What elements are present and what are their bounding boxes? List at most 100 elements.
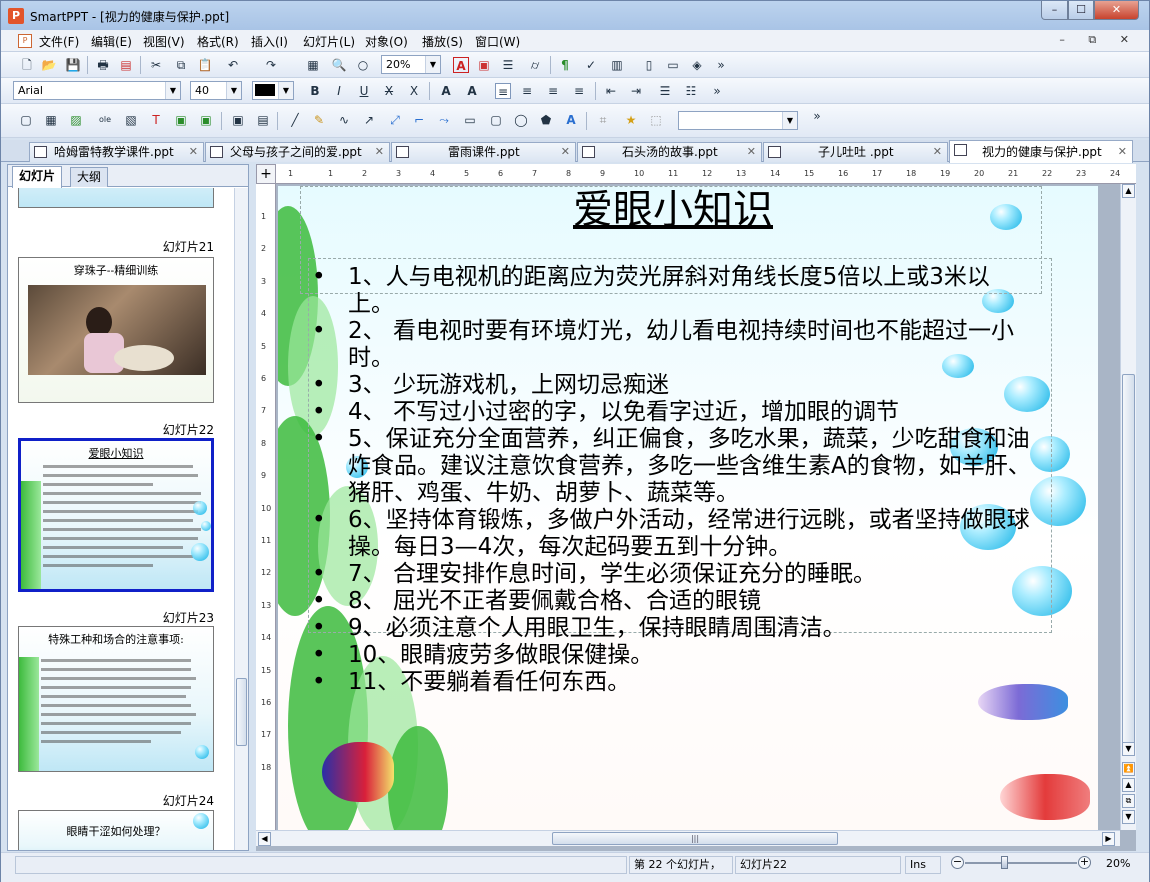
slide-thumbnail-20[interactable] [18, 188, 214, 208]
menu-object[interactable]: 对象(O) [365, 33, 408, 50]
increase-indent-icon[interactable]: ⇥ [628, 83, 644, 99]
copy-icon[interactable]: ⧉ [173, 57, 189, 73]
slide-layout-icon[interactable]: ▣ [476, 57, 492, 73]
hyperlink-icon[interactable]: ▧ [123, 112, 139, 128]
tab-hamlet[interactable]: 哈姆雷特教学课件.ppt ✕ [29, 142, 204, 162]
previous-slide-icon[interactable]: ▲ [1122, 778, 1135, 792]
paste-icon[interactable]: 📋 [197, 57, 213, 73]
callout-icon[interactable]: ⬚ [648, 112, 664, 128]
menu-slide[interactable]: 幻灯片(L) [303, 33, 355, 50]
clear-format-icon[interactable]: X [406, 83, 422, 99]
scroll-right-icon[interactable]: ▶ [1102, 832, 1115, 846]
format-painter-icon[interactable]: ⌭ [527, 57, 543, 73]
bullet-list-icon[interactable]: ☰ [657, 83, 673, 99]
crop-icon[interactable]: ⌗ [595, 112, 611, 128]
font-color-a-icon[interactable]: A [453, 57, 469, 73]
redo-icon[interactable]: ↷ [263, 57, 279, 73]
insert-table-icon[interactable]: ▦ [305, 57, 321, 73]
menu-file[interactable]: 文件(F) [39, 33, 79, 50]
chart-icon[interactable]: ▥ [609, 57, 625, 73]
new-file-icon[interactable]: 🗋 [19, 57, 35, 73]
zoom-in-icon[interactable]: + [1078, 856, 1091, 869]
align-right-icon[interactable]: ≡ [545, 83, 561, 99]
slide-thumbnail-24[interactable]: 眼睛干涩如何处理？ [18, 810, 214, 850]
document-icon[interactable]: P [18, 34, 32, 48]
text-art-icon[interactable]: T [148, 112, 164, 128]
elbow-connector-icon[interactable]: ⌐ [411, 112, 427, 128]
horizontal-scroll-thumb[interactable]: ||| [552, 832, 838, 845]
ellipse-icon[interactable]: ◯ [513, 112, 529, 128]
shrink-font-icon[interactable]: A [464, 83, 480, 99]
font-name-select[interactable]: Arial ▼ [13, 81, 181, 100]
table-icon[interactable]: ▦ [43, 112, 59, 128]
pane-splitter[interactable] [249, 164, 256, 851]
curved-connector-icon[interactable]: ⤳ [436, 112, 452, 128]
align-center-icon[interactable]: ≡ [519, 83, 535, 99]
maximize-button[interactable]: ☐ [1068, 1, 1094, 20]
style-select[interactable]: ▼ [678, 111, 798, 130]
scroll-up-icon[interactable]: ▲ [1122, 184, 1135, 198]
bold-icon[interactable]: B [307, 83, 323, 99]
find-icon[interactable]: 🔍 [331, 57, 347, 73]
scroll-left-icon[interactable]: ◀ [258, 832, 271, 846]
mdi-controls[interactable]: – ⧉ ✕ [1059, 33, 1139, 47]
textbox-icon[interactable]: ▢ [18, 112, 34, 128]
first-slide-icon[interactable]: ⏫ [1122, 762, 1135, 776]
zoom-out-icon[interactable]: − [951, 856, 964, 869]
tab-eye-health[interactable]: 视力的健康与保护.ppt ✕ [949, 140, 1133, 163]
shapes-icon[interactable]: ⬟ [538, 112, 554, 128]
print-icon[interactable]: 🖶 [95, 57, 111, 73]
group-icon[interactable]: ▣ [230, 112, 246, 128]
font-size-select[interactable]: 40 ▼ [190, 81, 242, 100]
tab-outline[interactable]: 大纲 [70, 167, 109, 187]
menu-play[interactable]: 播放(S) [422, 33, 463, 50]
close-icon[interactable]: ✕ [561, 143, 570, 161]
menu-edit[interactable]: 编辑(E) [91, 33, 132, 50]
justify-icon[interactable]: ≡ [571, 83, 587, 99]
tab-thunderstorm[interactable]: 雷雨课件.ppt ✕ [391, 142, 576, 162]
connector-icon[interactable]: ⤢ [387, 112, 403, 128]
slide-thumbnail-22[interactable]: 爱眼小知识 [17, 437, 215, 593]
editor-horizontal-scrollbar[interactable]: ◀ ||| ▶ [256, 830, 1120, 846]
vertical-ruler[interactable]: 1 2 3 4 5 6 7 8 9 10 11 12 13 14 15 16 17 18 [256, 184, 276, 830]
toolbar-overflow[interactable]: » [713, 57, 729, 73]
page-number-icon[interactable]: ▣ [198, 112, 214, 128]
thumbnails-scroll-thumb[interactable] [236, 678, 247, 746]
close-button[interactable]: ✕ [1094, 1, 1139, 20]
slide-thumbnail-23[interactable]: 特殊工种和场合的注意事项: [18, 626, 214, 772]
toolbar-overflow[interactable]: » [809, 108, 825, 124]
rounded-rect-icon[interactable]: ▢ [488, 112, 504, 128]
tab-stone-soup[interactable]: 石头汤的故事.ppt ✕ [577, 142, 762, 162]
save-icon[interactable]: 💾 [65, 57, 81, 73]
frame-icon[interactable]: ▣ [173, 112, 189, 128]
zoom-slider[interactable] [965, 862, 1077, 864]
curve-icon[interactable]: ∿ [336, 112, 352, 128]
undo-icon[interactable]: ↶ [225, 57, 241, 73]
scroll-down-icon[interactable]: ▼ [1122, 742, 1135, 756]
pencil-icon[interactable]: ✎ [311, 112, 327, 128]
export-pdf-icon[interactable]: ▤ [118, 57, 134, 73]
close-icon[interactable]: ✕ [1118, 143, 1127, 161]
next-slide-icon[interactable]: ▼ [1122, 810, 1135, 824]
thumbnails-scrollbar[interactable] [234, 188, 248, 850]
zoom-icon[interactable]: ○ [355, 57, 371, 73]
tab-ziertutu[interactable]: 子儿吐吐 .ppt ✕ [763, 142, 948, 162]
slide-canvas[interactable]: 爱眼小知识 1、人与电视机的距离应为荧光屏斜对角线长度5倍以上或3米以上。 2、… [278, 186, 1098, 831]
menu-view[interactable]: 视图(V) [143, 33, 185, 50]
menu-insert[interactable]: 插入(I) [251, 33, 288, 50]
toolbar-overflow[interactable]: » [709, 83, 725, 99]
list-icon[interactable]: ☰ [500, 57, 516, 73]
numbered-list-icon[interactable]: ☷ [683, 83, 699, 99]
editor-vertical-scrollbar[interactable]: ▲ ▼ ⏫ ▲ ⧉ ▼ [1120, 184, 1136, 830]
vertical-scroll-thumb[interactable] [1122, 374, 1135, 754]
color-picker[interactable]: ▼ [252, 81, 294, 100]
open-folder-icon[interactable]: 📂 [41, 57, 57, 73]
zoom-select[interactable]: 20% ▼ [381, 55, 441, 74]
bullet-list[interactable]: 1、人与电视机的距离应为荧光屏斜对角线长度5倍以上或3米以上。 2、 看电视时要… [312, 264, 1032, 696]
strikethrough-icon[interactable]: X [381, 83, 397, 99]
wordart-icon[interactable]: A [563, 112, 579, 128]
tab-slides[interactable]: 幻灯片 [12, 166, 63, 188]
slide-title[interactable]: 爱眼小知识 [278, 186, 1068, 234]
ungroup-icon[interactable]: ▤ [255, 112, 271, 128]
close-icon[interactable]: ✕ [189, 143, 198, 161]
